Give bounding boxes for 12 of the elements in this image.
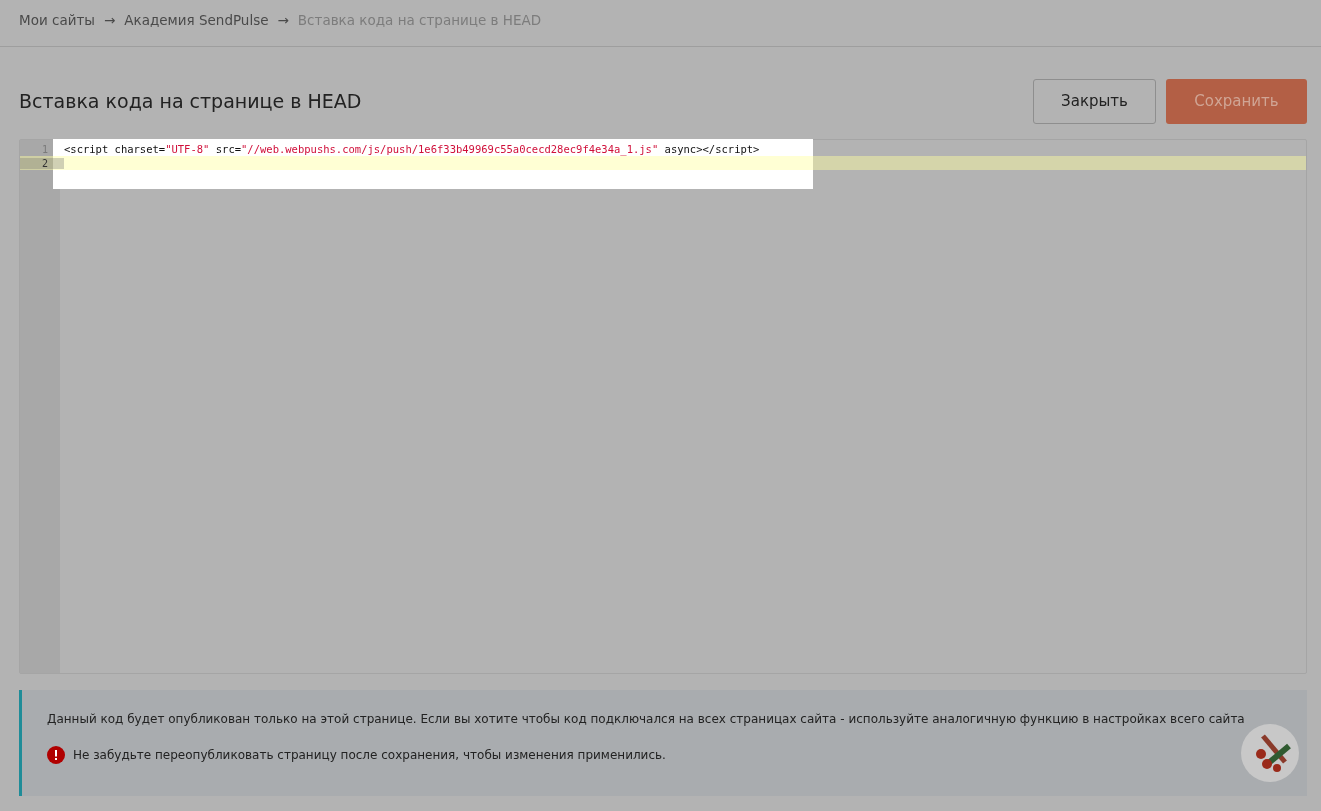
close-button[interactable]: Закрыть <box>1033 78 1156 124</box>
code-line: <script charset="UTF-8" src="//web.webpushs.com/js/push/1e6f33b49969c55a0cecd28ec9f4e34a_1.js" async></script> <box>64 143 760 155</box>
info-text: Данный код будет опубликован только на этой странице. Если вы хотите чтобы код подключался на всех страницах сайта - используйте аналогичную функцию в настройках всего сайта <box>47 712 1246 726</box>
ornament-icon[interactable] <box>1241 724 1299 782</box>
breadcrumb-item[interactable]: Мои сайты <box>19 12 95 28</box>
line-number: 2 <box>20 157 64 169</box>
breadcrumb-item[interactable]: Академия SendPulse <box>124 12 269 28</box>
warning-text: Не забудьте переопубликовать страницу после сохранения, чтобы изменения применились. <box>73 748 666 762</box>
page-title: Вставка кода на странице в HEAD <box>19 90 362 112</box>
alert-icon <box>47 746 65 764</box>
breadcrumb-separator: → <box>277 12 289 28</box>
breadcrumb-separator: → <box>103 12 116 28</box>
